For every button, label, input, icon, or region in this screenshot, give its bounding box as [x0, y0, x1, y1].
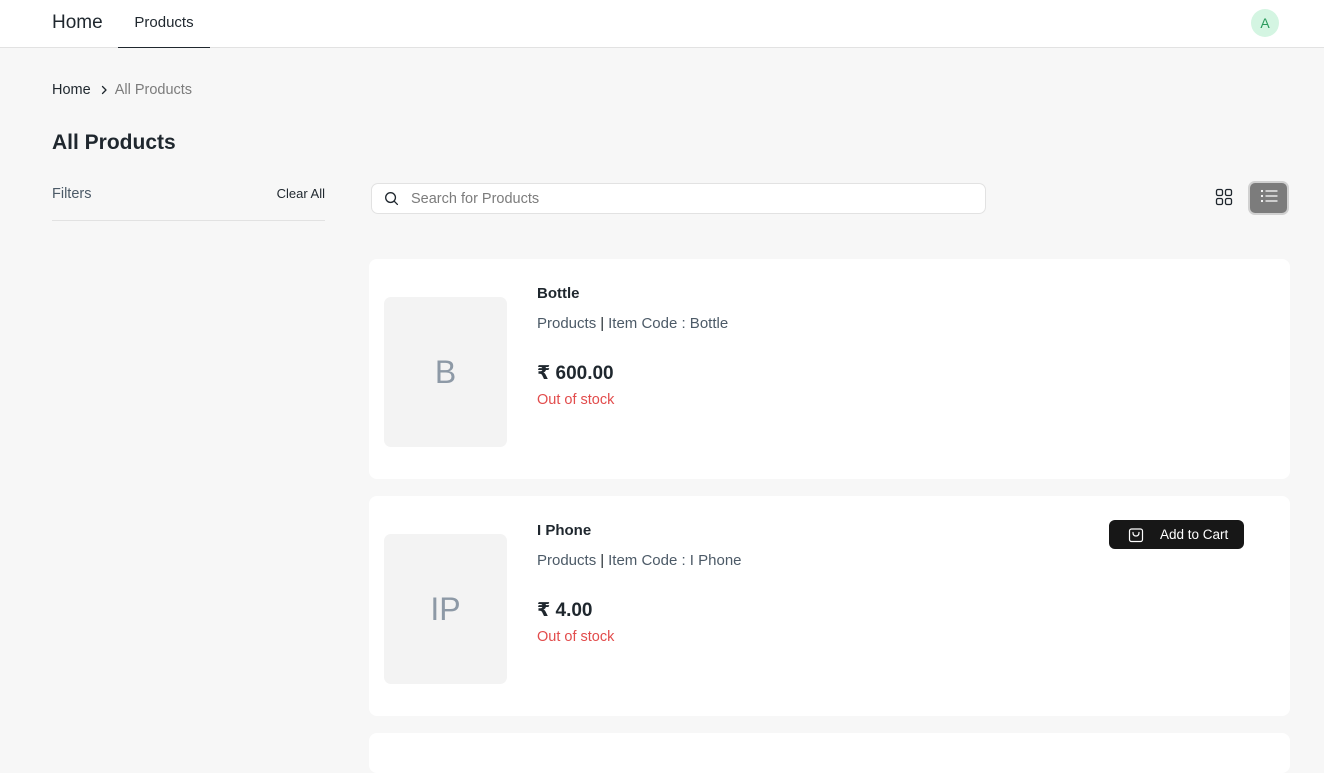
product-item-code: Item Code : I Phone: [608, 552, 742, 569]
tab-products[interactable]: Products: [118, 0, 210, 48]
product-group: Products: [537, 552, 597, 569]
list-view-button[interactable]: [1248, 181, 1289, 215]
list-icon: [1260, 189, 1278, 208]
product-name[interactable]: I Phone: [537, 522, 591, 539]
grid-icon: [1215, 188, 1233, 211]
breadcrumb: Home All Products: [52, 82, 192, 98]
product-meta: Products | Item Code : I Phone: [537, 552, 742, 569]
stock-status: Out of stock: [537, 392, 615, 408]
meta-separator: |: [600, 552, 605, 569]
clear-all-button[interactable]: Clear All: [277, 186, 325, 201]
product-card: [369, 733, 1290, 773]
breadcrumb-home-link[interactable]: Home: [52, 82, 91, 98]
meta-separator: |: [600, 315, 605, 332]
product-item-code: Item Code : Bottle: [608, 315, 729, 332]
product-meta: Products | Item Code : Bottle: [537, 315, 728, 332]
navbar: Home Products A: [0, 0, 1324, 48]
add-to-cart-label: Add to Cart: [1160, 527, 1229, 542]
grid-view-button[interactable]: [1208, 183, 1240, 215]
product-group: Products: [537, 315, 597, 332]
page-title: All Products: [52, 131, 176, 154]
breadcrumb-current: All Products: [114, 82, 193, 98]
chevron-right-icon: [99, 85, 109, 95]
product-price: ₹ 600.00: [537, 363, 614, 384]
filters-header: Filters Clear All: [52, 183, 325, 221]
search-box: [371, 183, 986, 214]
search-icon: [384, 191, 399, 206]
nav-brand-home[interactable]: Home: [52, 12, 103, 34]
product-thumbnail[interactable]: IP: [384, 534, 507, 684]
filters-label: Filters: [52, 186, 92, 202]
product-thumbnail[interactable]: B: [384, 297, 507, 447]
avatar[interactable]: A: [1251, 9, 1279, 37]
product-name[interactable]: Bottle: [537, 285, 580, 302]
search-input[interactable]: [411, 190, 971, 207]
stock-status: Out of stock: [537, 629, 615, 645]
add-to-cart-button[interactable]: Add to Cart: [1109, 520, 1244, 549]
product-card: B Bottle Products | Item Code : Bottle ₹ 6…: [369, 259, 1290, 479]
shopping-bag-icon: [1128, 527, 1144, 543]
product-card: IP I Phone Products | Item Code : I Phone …: [369, 496, 1290, 716]
product-price: ₹ 4.00: [537, 600, 593, 621]
